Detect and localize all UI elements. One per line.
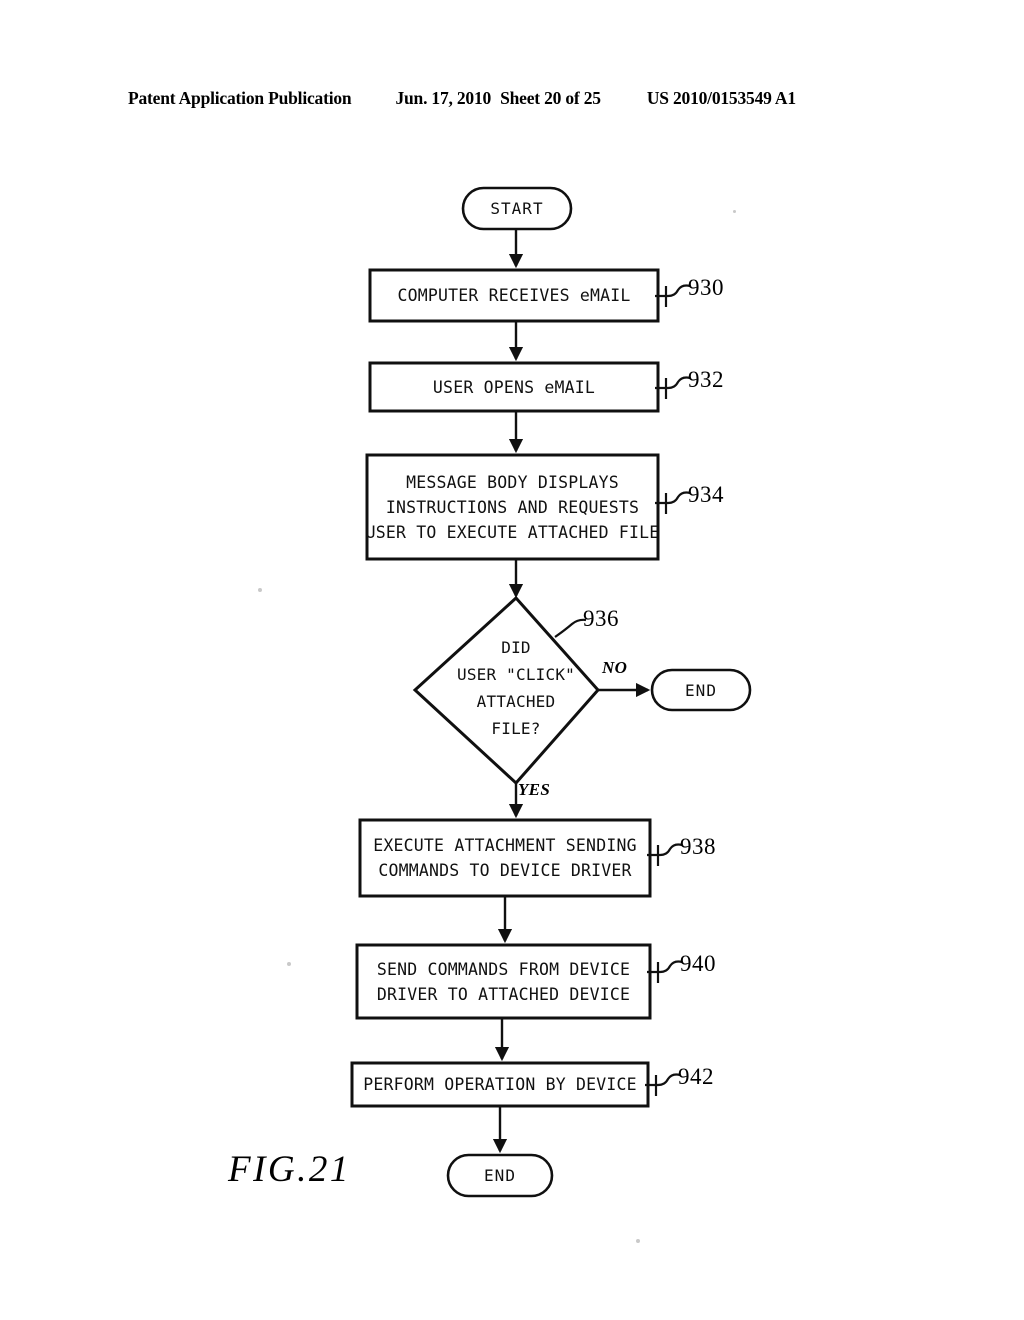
ref-numeral-942: 942 xyxy=(678,1064,714,1089)
leader-930 xyxy=(655,284,691,298)
ref-numeral-930: 930 xyxy=(688,275,724,300)
shape-end-no xyxy=(650,668,752,712)
ref-numeral-938: 938 xyxy=(680,834,716,859)
leader-934 xyxy=(655,491,691,505)
shape-940 xyxy=(355,943,652,1020)
scan-speck xyxy=(733,210,736,213)
leader-942 xyxy=(645,1073,681,1087)
branch-label-no: NO xyxy=(602,658,628,677)
ref-numeral-932: 932 xyxy=(688,367,724,392)
figure-flowchart: START COMPUTER RECEIVES eMAIL USER OPENS… xyxy=(0,0,1024,1320)
shape-932 xyxy=(368,361,660,413)
shape-end-final xyxy=(446,1153,554,1198)
shape-942 xyxy=(350,1061,650,1108)
scan-speck xyxy=(636,1239,640,1243)
shape-934 xyxy=(365,453,660,561)
branch-label-yes: YES xyxy=(518,780,551,799)
ref-numeral-934: 934 xyxy=(688,482,724,507)
scan-speck xyxy=(258,588,262,592)
shape-930 xyxy=(368,268,660,323)
shape-938 xyxy=(358,818,652,898)
ref-numeral-940: 940 xyxy=(680,951,716,976)
ref-numeral-936: 936 xyxy=(583,606,619,631)
shape-start xyxy=(461,186,573,231)
flowchart-canvas xyxy=(350,186,752,1198)
leader-936 xyxy=(554,618,587,638)
leader-938 xyxy=(647,843,683,857)
scan-speck xyxy=(287,962,291,966)
leader-932 xyxy=(655,376,691,390)
leader-940 xyxy=(647,960,683,974)
figure-caption: FIG.21 xyxy=(228,1149,351,1190)
